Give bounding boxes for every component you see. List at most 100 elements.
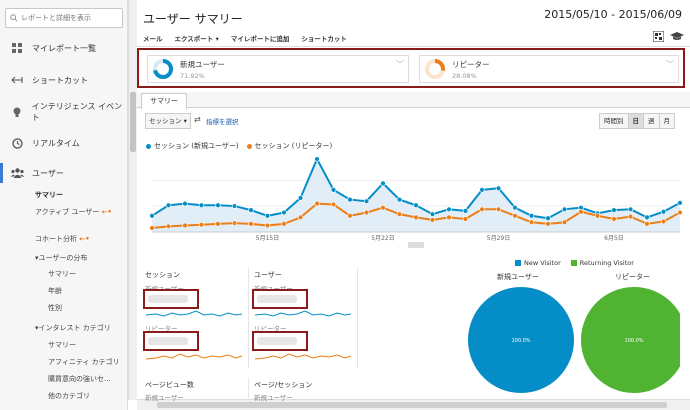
horizontal-scrollbar[interactable] — [137, 399, 690, 410]
data-point[interactable] — [182, 222, 188, 229]
data-point[interactable] — [231, 203, 238, 209]
data-point[interactable] — [677, 200, 683, 206]
data-point[interactable] — [165, 202, 172, 208]
data-point[interactable] — [512, 204, 518, 211]
data-point[interactable] — [495, 206, 502, 213]
sidebar-sub-dist-summary[interactable]: サマリー — [48, 269, 76, 279]
graduation-cap-icon[interactable] — [670, 31, 684, 42]
sidebar-sub-interest[interactable]: ▾インタレスト カテゴリ — [35, 323, 111, 333]
data-point[interactable] — [479, 187, 485, 193]
sidebar-sub-age[interactable]: 年齢 — [48, 286, 62, 296]
data-point[interactable] — [495, 185, 502, 191]
data-point[interactable] — [198, 222, 205, 228]
metric-select[interactable]: セッション ▾ — [145, 113, 191, 129]
chevron-down-icon[interactable]: ﹀ — [666, 59, 674, 70]
data-point[interactable] — [396, 211, 403, 217]
data-point[interactable] — [198, 202, 205, 208]
data-point[interactable] — [479, 206, 485, 213]
sidebar-sub-in-market[interactable]: 購買意向の強いセ... — [48, 374, 111, 384]
data-point[interactable] — [314, 156, 320, 162]
sidebar-sub-cohort[interactable]: コホート分析 ←• — [35, 234, 90, 244]
data-point[interactable] — [264, 213, 271, 219]
data-point[interactable] — [660, 218, 667, 225]
sidebar-scrollbar[interactable] — [128, 0, 137, 400]
scroll-thumb[interactable] — [157, 402, 667, 408]
data-point[interactable] — [429, 211, 436, 217]
data-point[interactable] — [248, 207, 254, 213]
data-point[interactable] — [413, 202, 419, 208]
segment-returning-users[interactable]: リピーター 28.08% ﹀ — [419, 55, 679, 83]
report-search-box[interactable] — [5, 8, 123, 28]
sidebar-item-my-reports[interactable]: マイレポート一覧 — [0, 38, 128, 58]
sidebar-sub-distribution[interactable]: ▾ユーザーの分布 — [35, 253, 87, 263]
email-button[interactable]: メール — [143, 33, 163, 43]
data-point[interactable] — [462, 216, 469, 222]
qr-code-icon[interactable] — [653, 31, 664, 42]
period-month-button[interactable]: 月 — [658, 113, 675, 129]
sidebar-item-intelligence[interactable]: インテリジェンス イベント — [0, 102, 128, 122]
period-hourly-button[interactable]: 時間別 — [599, 113, 629, 129]
data-point[interactable] — [429, 217, 436, 223]
data-point[interactable] — [330, 187, 337, 193]
data-point[interactable] — [644, 214, 650, 221]
data-point[interactable] — [347, 213, 353, 219]
data-point[interactable] — [165, 223, 172, 230]
data-point[interactable] — [149, 213, 155, 219]
data-point[interactable] — [545, 215, 551, 221]
data-point[interactable] — [215, 202, 221, 208]
chart-resize-handle[interactable] — [408, 242, 424, 248]
export-button[interactable]: エクスポート ▾ — [175, 33, 219, 43]
data-point[interactable] — [281, 209, 287, 216]
data-point[interactable] — [561, 206, 568, 213]
data-point[interactable] — [363, 198, 370, 204]
sidebar-sub-interest-summary[interactable]: サマリー — [48, 340, 76, 350]
data-point[interactable] — [380, 204, 386, 211]
data-point[interactable] — [561, 219, 568, 225]
data-point[interactable] — [314, 200, 320, 207]
data-point[interactable] — [660, 209, 667, 215]
select-metric-link[interactable]: 指標を選択 — [206, 116, 239, 126]
data-point[interactable] — [627, 213, 634, 220]
sidebar-sub-gender[interactable]: 性別 — [48, 303, 62, 313]
sidebar-item-realtime[interactable]: リアルタイム — [0, 133, 128, 153]
tab-summary[interactable]: サマリー — [141, 93, 187, 109]
data-point[interactable] — [281, 221, 287, 227]
data-point[interactable] — [578, 209, 584, 215]
data-point[interactable] — [627, 206, 634, 213]
data-point[interactable] — [413, 214, 419, 221]
data-point[interactable] — [611, 207, 617, 213]
data-point[interactable] — [611, 216, 617, 222]
chevron-down-icon[interactable]: ﹀ — [396, 59, 404, 70]
sidebar-sub-active-users[interactable]: アクティブ ユーザー ←• — [35, 207, 112, 217]
sidebar-item-users[interactable]: ユーザー — [0, 163, 128, 183]
date-range-picker[interactable]: 2015/05/10 - 2015/06/09 — [544, 8, 682, 21]
data-point[interactable] — [545, 221, 551, 227]
sidebar-sub-other[interactable]: 他のカテゴリ — [48, 391, 90, 401]
data-point[interactable] — [446, 214, 452, 221]
period-week-button[interactable]: 週 — [643, 113, 660, 129]
data-point[interactable] — [297, 195, 304, 201]
segment-new-users[interactable]: 新規ユーザー 71.92% ﹀ — [147, 55, 409, 83]
data-point[interactable] — [644, 221, 650, 227]
add-to-dashboard-button[interactable]: マイレポートに追加 — [231, 33, 290, 43]
sidebar-item-shortcuts[interactable]: ショートカット — [0, 70, 128, 90]
data-point[interactable] — [264, 222, 271, 229]
data-point[interactable] — [594, 213, 601, 219]
data-point[interactable] — [248, 221, 254, 227]
data-point[interactable] — [446, 206, 452, 213]
data-point[interactable] — [512, 213, 518, 219]
data-point[interactable] — [347, 196, 353, 203]
data-point[interactable] — [149, 225, 155, 231]
scroll-thumb[interactable] — [130, 92, 136, 152]
data-point[interactable] — [396, 196, 403, 203]
data-point[interactable] — [528, 219, 535, 225]
data-point[interactable] — [330, 201, 337, 208]
data-point[interactable] — [528, 213, 535, 219]
shortcut-button[interactable]: ショートカット — [301, 33, 347, 43]
period-day-button[interactable]: 日 — [627, 113, 644, 129]
data-point[interactable] — [363, 209, 370, 216]
data-point[interactable] — [297, 214, 304, 221]
data-point[interactable] — [215, 221, 221, 227]
data-point[interactable] — [677, 209, 683, 216]
sidebar-sub-affinity[interactable]: アフィニティ カテゴリ — [48, 357, 120, 367]
